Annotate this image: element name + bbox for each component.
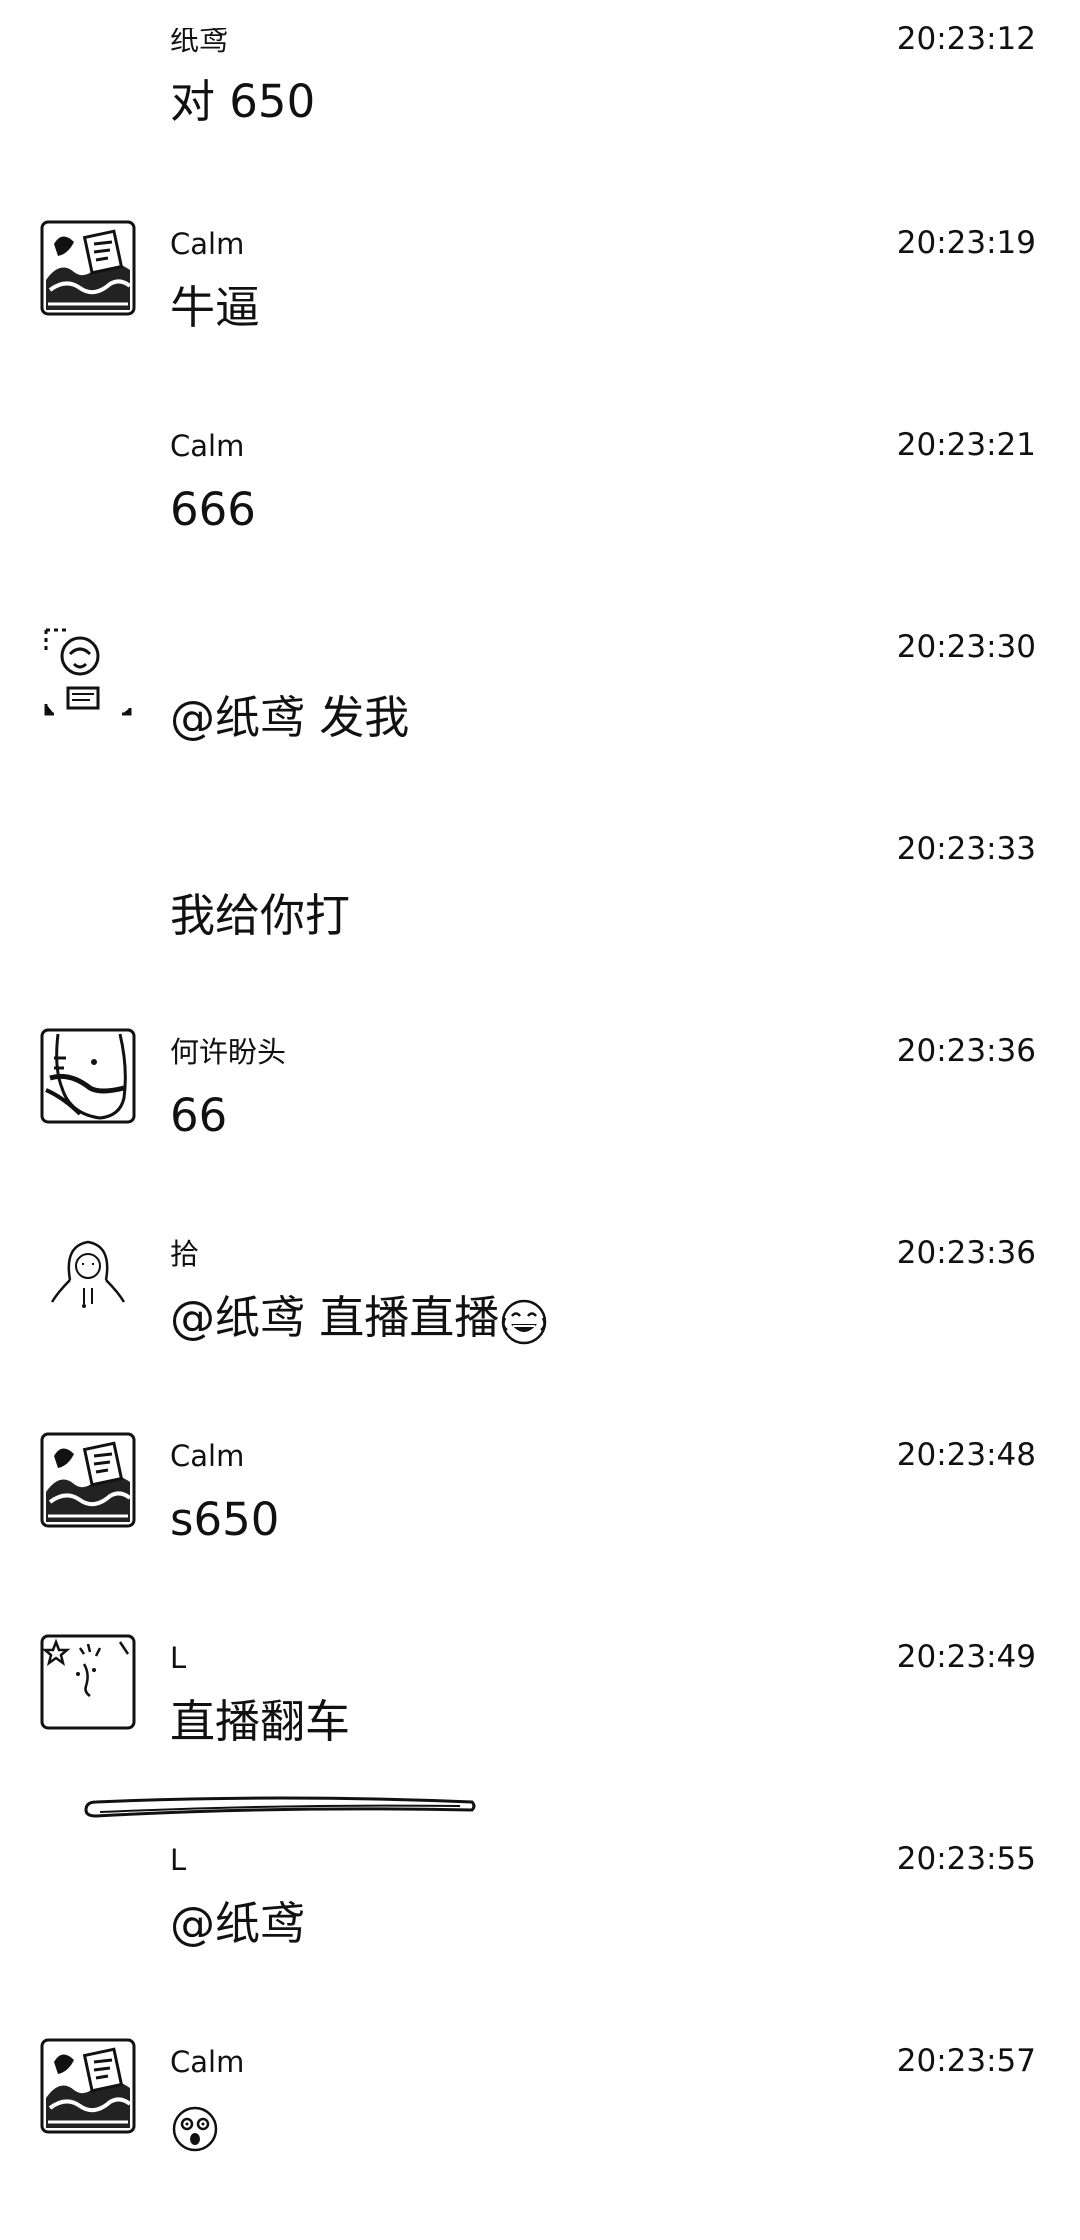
calm-avatar[interactable] [40, 1432, 136, 1528]
chat-message[interactable]: Calm 20:23:19 牛逼 [0, 220, 1080, 422]
message-time: 20:23:36 [896, 1235, 1036, 1271]
chat-message[interactable]: 20:23:33 我给你打 [0, 826, 1080, 1028]
message-text[interactable]: s650 [170, 1492, 279, 1548]
hoodie-avatar[interactable] [40, 1230, 136, 1326]
star-avatar[interactable] [40, 1634, 136, 1730]
chat-message-list[interactable]: 纸鸢 20:23:12 对 650 Calm 20:23:19 牛逼 Calm … [0, 0, 1080, 2152]
message-text[interactable]: 牛逼 [170, 280, 260, 336]
message-text[interactable]: 对 650 [170, 74, 315, 130]
chat-message[interactable]: 何许盼头 20:23:36 66 [0, 1028, 1080, 1230]
torso-avatar[interactable] [40, 1028, 136, 1124]
sender-name[interactable]: L [170, 1842, 186, 1878]
message-time: 20:23:55 [896, 1841, 1036, 1877]
torso-avatar-icon [40, 1028, 136, 1124]
message-time: 20:23:48 [896, 1437, 1036, 1473]
chat-message[interactable]: Calm 20:23:21 666 [0, 422, 1080, 624]
message-time: 20:23:19 [896, 225, 1036, 261]
message-time: 20:23:12 [896, 21, 1036, 57]
calm-avatar-icon [40, 220, 136, 316]
sender-name[interactable]: Calm [170, 2044, 244, 2080]
message-text[interactable]: 666 [170, 482, 256, 538]
calm-avatar-icon [40, 2038, 136, 2134]
sender-name[interactable]: Calm [170, 226, 244, 262]
chat-message[interactable]: Calm 20:23:48 s650 [0, 1432, 1080, 1634]
message-time: 20:23:21 [896, 427, 1036, 463]
hoodie-avatar-icon [42, 1232, 134, 1324]
message-time: 20:23:36 [896, 1033, 1036, 1069]
message-text[interactable]: 我给你打 [170, 888, 350, 944]
message-text[interactable]: @纸鸢 [170, 1896, 305, 1952]
message-time: 20:23:33 [896, 831, 1036, 867]
message-time: 20:23:57 [896, 2043, 1036, 2079]
sender-name[interactable]: 何许盼头 [170, 1034, 286, 1070]
chat-message[interactable]: Calm 20:23:57 [0, 2038, 1080, 2240]
message-time: 20:23:30 [896, 629, 1036, 665]
chat-message[interactable]: 拾 20:23:36 @纸鸢 直播直播 [0, 1230, 1080, 1432]
shocked-face-emoji-icon [170, 2104, 220, 2154]
star-avatar-icon [40, 1634, 136, 1730]
sender-name[interactable]: Calm [170, 428, 244, 464]
chat-message[interactable]: 20:23:30 @纸鸢 发我 [0, 624, 1080, 826]
calm-avatar[interactable] [40, 2038, 136, 2134]
calm-avatar-icon [40, 1432, 136, 1528]
message-text-content: @纸鸢 直播直播 [170, 1291, 500, 1344]
calm-avatar[interactable] [40, 220, 136, 316]
message-text[interactable]: @纸鸢 发我 [170, 690, 409, 746]
sender-name[interactable]: 拾 [170, 1236, 199, 1272]
sketch-avatar-icon [42, 626, 134, 718]
scroll-indicator-shape [84, 1796, 476, 1818]
message-text[interactable]: 66 [170, 1088, 227, 1144]
sender-name[interactable]: Calm [170, 1438, 244, 1474]
message-text[interactable]: 直播翻车 [170, 1694, 350, 1750]
message-text[interactable]: @纸鸢 直播直播 [170, 1290, 549, 1346]
laughing-tears-emoji-icon [499, 1296, 549, 1346]
sender-name[interactable]: 纸鸢 [170, 28, 228, 58]
sender-name[interactable]: L [170, 1640, 186, 1676]
chat-message[interactable]: 纸鸢 20:23:12 对 650 [0, 21, 1080, 224]
sketch-avatar[interactable] [40, 624, 136, 720]
message-time: 20:23:49 [896, 1639, 1036, 1675]
chat-message[interactable]: L 20:23:55 @纸鸢 [0, 1836, 1080, 2038]
scroll-indicator-bar[interactable] [80, 1796, 480, 1820]
